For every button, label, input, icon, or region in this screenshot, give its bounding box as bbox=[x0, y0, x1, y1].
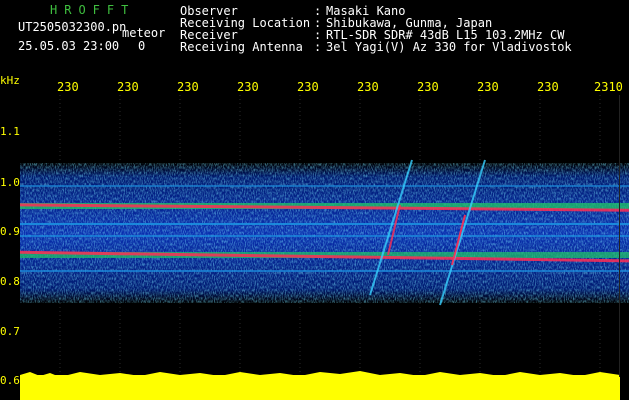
antenna-label: Receiving Antenna bbox=[180, 40, 303, 54]
datetime-label: 25.05.03 23:00 bbox=[18, 39, 120, 53]
signal-level-strip bbox=[20, 371, 620, 400]
y-axis-unit: kHz bbox=[0, 74, 20, 87]
time-tick: 230 bbox=[57, 80, 79, 94]
time-tick: 230 bbox=[297, 80, 319, 94]
colon-3: : bbox=[314, 40, 322, 54]
filename-label: UT2505032300.pn bbox=[18, 20, 127, 34]
type-label: meteor bbox=[122, 26, 166, 40]
time-tick: 2310 bbox=[594, 80, 623, 94]
brand-title: HROFFT bbox=[50, 3, 136, 17]
time-tick: 230 bbox=[477, 80, 499, 94]
digit-label: 0 bbox=[138, 39, 146, 53]
spectrogram bbox=[20, 95, 629, 377]
freq-tick: 0.6 bbox=[0, 374, 20, 387]
freq-tick: 1.1 bbox=[0, 125, 20, 138]
time-tick: 230 bbox=[117, 80, 139, 94]
freq-tick: 0.9 bbox=[0, 225, 20, 238]
noise-speckle bbox=[20, 163, 629, 303]
time-tick: 230 bbox=[357, 80, 379, 94]
time-tick: 230 bbox=[417, 80, 439, 94]
time-tick: 230 bbox=[237, 80, 259, 94]
time-tick: 230 bbox=[537, 80, 559, 94]
right-edge-marker bbox=[619, 95, 620, 377]
freq-tick: 1.0 bbox=[0, 176, 20, 189]
freq-tick: 0.7 bbox=[0, 325, 20, 338]
antenna-value: 3el Yagi(V) Az 330 for Vladivostok bbox=[326, 40, 572, 54]
time-tick: 230 bbox=[177, 80, 199, 94]
freq-tick: 0.8 bbox=[0, 275, 20, 288]
